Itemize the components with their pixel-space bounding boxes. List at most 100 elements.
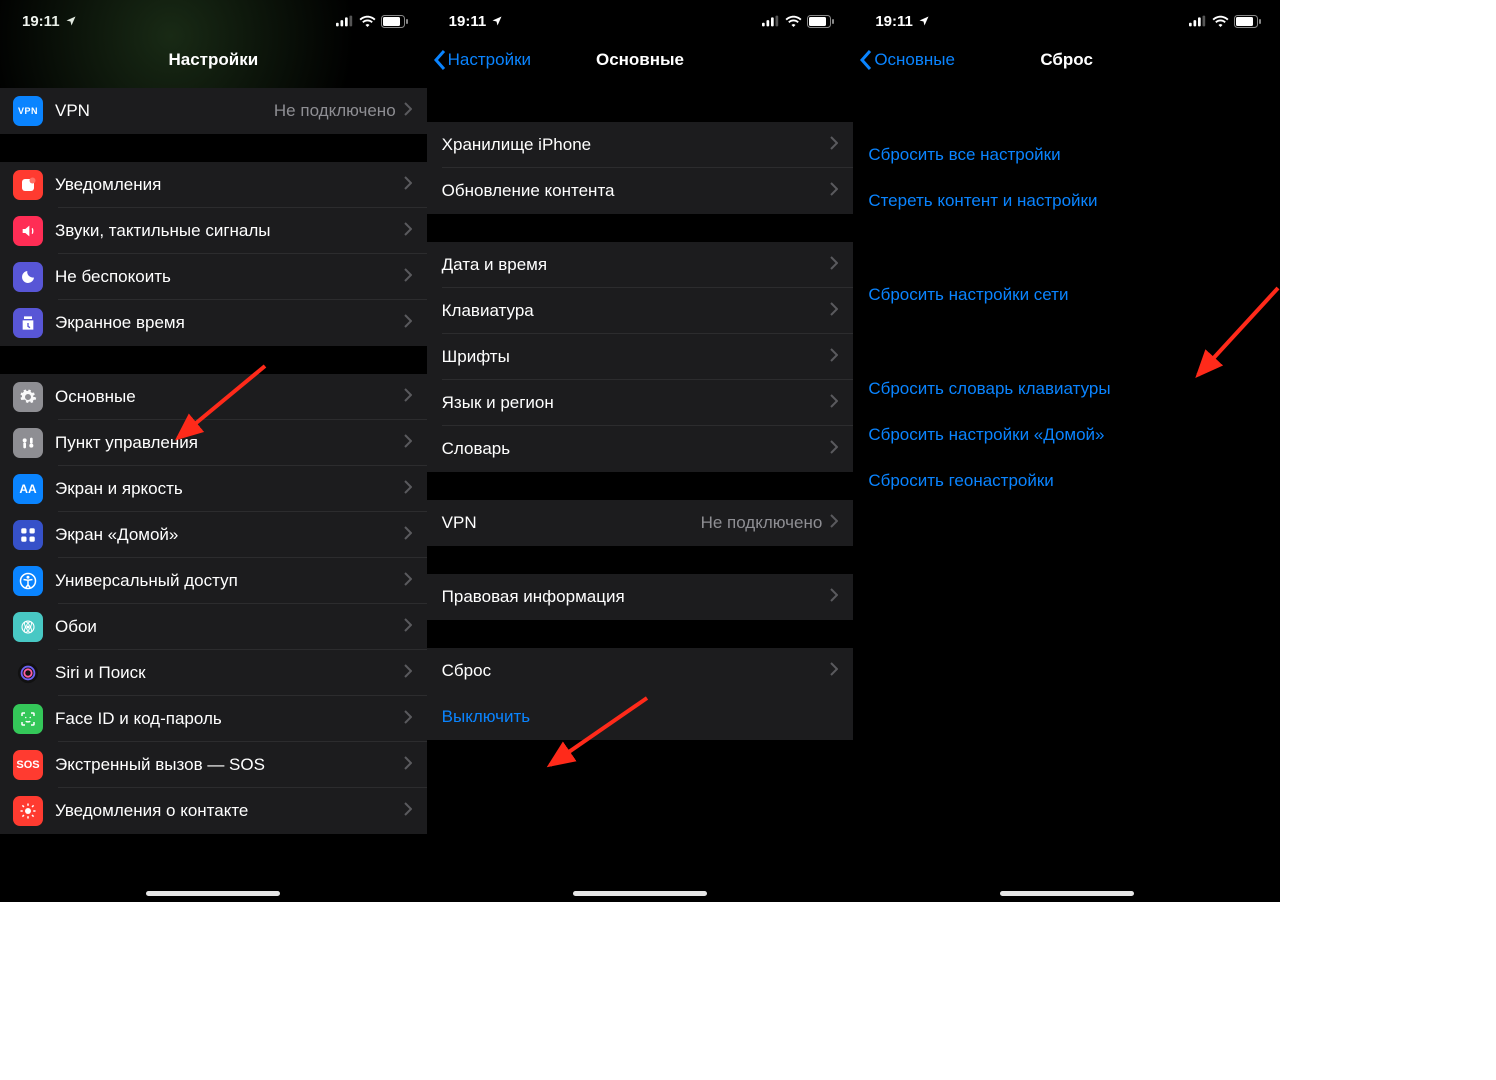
nav-bar: Настройки Основные: [427, 38, 854, 82]
sos-icon: SOS: [13, 750, 43, 780]
chevron-right-icon: [404, 664, 412, 683]
home-indicator: [573, 891, 707, 896]
row-label: Дата и время: [442, 255, 831, 275]
row-label: Siri и Поиск: [55, 663, 404, 683]
row-label: Face ID и код-пароль: [55, 709, 404, 729]
list-row[interactable]: Хранилище iPhone: [427, 122, 854, 168]
row-screentime[interactable]: Экранное время: [0, 300, 427, 346]
row-dnd[interactable]: Не беспокоить: [0, 254, 427, 300]
row-sos[interactable]: SOS Экстренный вызов — SOS: [0, 742, 427, 788]
chevron-right-icon: [404, 618, 412, 637]
chevron-right-icon: [404, 710, 412, 729]
chevron-right-icon: [830, 440, 838, 459]
row-label: Сбросить словарь клавиатуры: [868, 379, 1265, 399]
chevron-right-icon: [404, 388, 412, 407]
location-icon: [65, 15, 77, 27]
status-time: 19:11: [875, 13, 913, 30]
row-homescreen[interactable]: Экран «Домой»: [0, 512, 427, 558]
row-label: Уведомления о контакте: [55, 801, 404, 821]
row-notifications[interactable]: Уведомления: [0, 162, 427, 208]
chevron-right-icon: [404, 434, 412, 453]
nav-bar: Основные Сброс: [853, 38, 1280, 82]
row-controlcenter[interactable]: Пункт управления: [0, 420, 427, 466]
status-icons: [762, 15, 835, 28]
row-vpn[interactable]: VPN VPN Не подключено: [0, 88, 427, 134]
chevron-right-icon: [830, 514, 838, 533]
chevron-right-icon: [830, 588, 838, 607]
row-label: Язык и регион: [442, 393, 831, 413]
screentime-icon: [13, 308, 43, 338]
list-row[interactable]: Шрифты: [427, 334, 854, 380]
signal-icon: [336, 15, 354, 27]
row-display[interactable]: AAЭкран и яркость: [0, 466, 427, 512]
exposure-icon: [13, 796, 43, 826]
homescreen-icon: [13, 520, 43, 550]
page-title: Основные: [596, 50, 684, 70]
list-row[interactable]: Дата и время: [427, 242, 854, 288]
chevron-right-icon: [830, 182, 838, 201]
list-row[interactable]: Сброс: [427, 648, 854, 694]
chevron-right-icon: [404, 480, 412, 499]
status-icons: [1189, 15, 1262, 28]
row-label: Обои: [55, 617, 404, 637]
row-wallpaper[interactable]: Обои: [0, 604, 427, 650]
list-row[interactable]: Сбросить настройки «Домой»: [853, 412, 1280, 458]
list-row[interactable]: Сбросить словарь клавиатуры: [853, 366, 1280, 412]
status-bar: 19:11: [853, 0, 1280, 38]
home-indicator: [1000, 891, 1134, 896]
row-sounds[interactable]: Звуки, тактильные сигналы: [0, 208, 427, 254]
row-general[interactable]: Основные: [0, 374, 427, 420]
row-label: Экранное время: [55, 313, 404, 333]
row-label: Стереть контент и настройки: [868, 191, 1265, 211]
back-button[interactable]: Настройки: [433, 38, 531, 82]
row-faceid[interactable]: Face ID и код-пароль: [0, 696, 427, 742]
chevron-right-icon: [404, 802, 412, 821]
status-icons: [336, 15, 409, 28]
screen-settings: 19:11 Настройки VPN VPN Не подключено Ув…: [0, 0, 427, 902]
row-exposure[interactable]: Уведомления о контакте: [0, 788, 427, 834]
controlcenter-icon: [13, 428, 43, 458]
chevron-right-icon: [404, 268, 412, 287]
back-button[interactable]: Основные: [859, 38, 955, 82]
chevron-right-icon: [830, 256, 838, 275]
list-row[interactable]: Словарь: [427, 426, 854, 472]
page-title: Сброс: [1040, 50, 1093, 70]
location-icon: [491, 15, 503, 27]
row-label: Сброс: [442, 661, 831, 681]
sounds-icon: [13, 216, 43, 246]
chevron-right-icon: [404, 526, 412, 545]
vpn-detail: Не подключено: [274, 101, 396, 121]
list-row[interactable]: Клавиатура: [427, 288, 854, 334]
row-label: Правовая информация: [442, 587, 831, 607]
list-row[interactable]: Стереть контент и настройки: [853, 178, 1280, 224]
row-siri[interactable]: Siri и Поиск: [0, 650, 427, 696]
home-indicator: [146, 891, 280, 896]
row-label: Сбросить геонастройки: [868, 471, 1265, 491]
wifi-icon: [785, 15, 802, 27]
chevron-right-icon: [404, 176, 412, 195]
list-row[interactable]: Язык и регион: [427, 380, 854, 426]
battery-icon: [1234, 15, 1262, 28]
notifications-icon: [13, 170, 43, 200]
chevron-right-icon: [830, 136, 838, 155]
row-accessibility[interactable]: Универсальный доступ: [0, 558, 427, 604]
list-row[interactable]: Сбросить геонастройки: [853, 458, 1280, 504]
chevron-right-icon: [404, 314, 412, 333]
row-label: Экстренный вызов — SOS: [55, 755, 404, 775]
nav-bar: Настройки: [0, 38, 427, 82]
location-icon: [918, 15, 930, 27]
list-row[interactable]: VPNНе подключено: [427, 500, 854, 546]
signal-icon: [762, 15, 780, 27]
list-row[interactable]: Сбросить все настройки: [853, 132, 1280, 178]
row-label: Обновление контента: [442, 181, 831, 201]
screen-general: 19:11 Настройки Основные Хранилище iPhon…: [427, 0, 854, 902]
battery-icon: [381, 15, 409, 28]
list-row[interactable]: Сбросить настройки сети: [853, 272, 1280, 318]
status-bar: 19:11: [0, 0, 427, 38]
faceid-icon: [13, 704, 43, 734]
wallpaper-icon: [13, 612, 43, 642]
list-row[interactable]: Обновление контента: [427, 168, 854, 214]
row-shutdown[interactable]: Выключить: [427, 694, 854, 740]
list-row[interactable]: Правовая информация: [427, 574, 854, 620]
siri-icon: [13, 658, 43, 688]
